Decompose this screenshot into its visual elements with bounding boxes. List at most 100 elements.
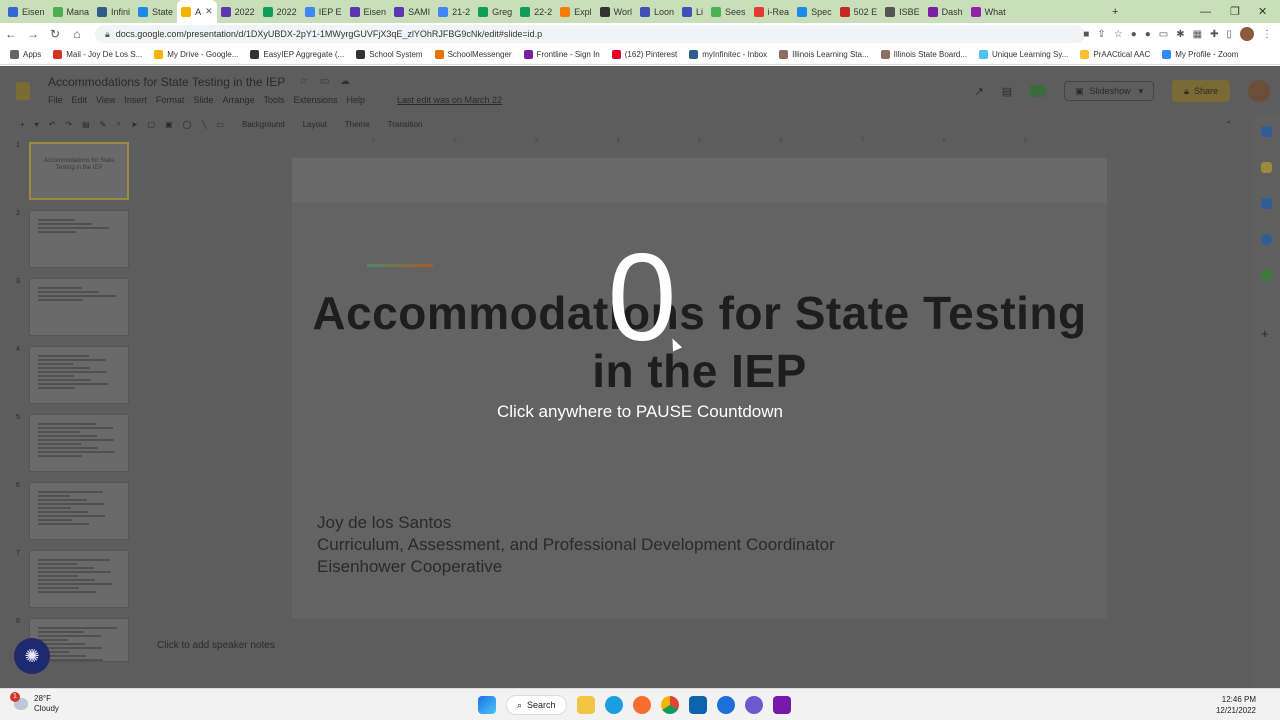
image-icon[interactable]: ▣ [165,120,173,129]
menu-item[interactable]: Insert [124,95,147,105]
menu-kebab-icon[interactable]: ⋮ [1262,29,1272,40]
puzzle-icon[interactable]: ✚ [1210,29,1218,40]
assistant-bubble-icon[interactable]: ✺ [14,638,50,674]
slide-thumbnail[interactable] [29,210,129,268]
browser-tab[interactable]: ISBE [881,0,924,23]
taskbar-search[interactable]: ⌕ Search [506,695,567,715]
bookmark-item[interactable]: My Drive - Google... [154,50,238,59]
slideshow-button[interactable]: ▣ Slideshow ▾ [1064,81,1155,101]
calendar-icon[interactable] [1261,126,1272,137]
url-input[interactable]: 🔒︎ docs.google.com/presentation/d/1DXyUB… [95,25,1085,43]
menu-item[interactable]: Edit [72,95,88,105]
bookmark-item[interactable]: PrAACtical AAC [1080,50,1150,59]
star-icon[interactable]: ☆ [299,76,308,87]
line-icon[interactable]: ╲ [202,120,207,129]
browser-tab[interactable]: Loon [636,0,678,23]
extension-icon[interactable]: ● [1145,29,1151,40]
browser-tab[interactable]: Sees [707,0,750,23]
menu-item[interactable]: Arrange [222,95,254,105]
menu-item[interactable]: Tools [263,95,284,105]
extension-icon[interactable]: ✱ [1176,29,1184,40]
undo-icon[interactable]: ↶ [49,120,56,129]
layout-button[interactable]: Layout [303,120,327,129]
browser-tab[interactable]: Eisen [4,0,49,23]
contacts-icon[interactable] [1261,234,1272,245]
browser-tab[interactable]: SAMI [390,0,434,23]
menu-item[interactable]: Slide [193,95,213,105]
bookmark-item[interactable]: myInfinitec - Inbox [689,50,767,59]
extension-icon[interactable]: ● [1131,29,1137,40]
home-icon[interactable]: ⌂ [66,27,88,41]
paint-format-icon[interactable]: ✎ [100,120,107,129]
zoom-icon[interactable]: ⌕ [116,119,120,129]
bookmark-item[interactable]: EasyIEP Aggregate (... [250,50,344,59]
chevron-down-icon[interactable]: ▾ [35,120,39,129]
reload-icon[interactable]: ↻ [44,27,66,41]
comments-icon[interactable]: ▤ [1002,85,1012,98]
slide-thumbnail[interactable] [29,346,129,404]
bookmark-item[interactable]: Unique Learning Sy... [979,50,1068,59]
back-icon[interactable]: ← [0,27,22,41]
extension-icon[interactable]: ▭ [1159,29,1168,40]
menu-item[interactable]: Help [347,95,366,105]
minimize-button[interactable]: — [1200,0,1211,23]
slide-thumbnail[interactable] [29,278,129,336]
bookmark-item[interactable]: Apps [10,50,41,59]
slides-logo-icon[interactable] [16,82,30,100]
print-icon[interactable]: ▤ [82,120,90,129]
browser-tab[interactable]: 22-2 [516,0,556,23]
slide-thumbnail[interactable] [29,482,129,540]
bookmark-star-icon[interactable]: ☆ [1114,29,1123,40]
slide-subtitle[interactable]: Joy de los Santos Curriculum, Assessment… [317,512,835,578]
redo-icon[interactable]: ↷ [65,120,72,129]
speaker-notes-field[interactable]: Click to add speaker notes [157,640,275,651]
document-title[interactable]: Accommodations for State Testing in the … [48,75,285,89]
select-icon[interactable]: ➤ [131,120,138,129]
extension-icon[interactable]: ▦ [1193,29,1202,40]
browser-tab[interactable]: Expl [556,0,596,23]
sidebar-icon[interactable]: ▯ [1226,29,1232,40]
activity-trend-icon[interactable]: ↗ [974,85,983,98]
close-tab-icon[interactable]: ✕ [205,6,213,17]
menu-item[interactable]: File [48,95,63,105]
new-slide-icon[interactable]: + [20,120,25,129]
browser-tab[interactable]: 21-2 [434,0,474,23]
browser-tab[interactable]: Infini [93,0,134,23]
browser-tab[interactable]: 502 E [836,0,882,23]
last-edit-link[interactable]: Last edit was on March 22 [397,95,502,105]
tasks-icon[interactable] [1261,198,1272,209]
slide-thumbnail[interactable] [29,550,129,608]
slide-title[interactable]: Accommodations for State Testing in the … [292,284,1107,400]
comment-icon[interactable]: ▭ [216,120,224,129]
chrome-icon[interactable] [660,696,679,714]
file-explorer-icon[interactable] [576,696,595,714]
theme-button[interactable]: Theme [345,120,370,129]
browser-tab[interactable]: Worl [596,0,636,23]
app-c-icon[interactable] [716,696,735,714]
browser-tab[interactable]: Eisen [346,0,391,23]
share-page-icon[interactable]: ⇪ [1097,29,1105,40]
bookmark-item[interactable]: Illinois State Board... [880,50,967,59]
bookmark-item[interactable]: SchoolMessenger [434,50,512,59]
browser-tab[interactable]: A ✕ [177,0,217,23]
forward-icon[interactable]: → [22,27,44,41]
browser-tab[interactable]: Greg [474,0,516,23]
bookmark-item[interactable]: School System [356,50,423,59]
restore-button[interactable]: ❐ [1230,0,1240,23]
menu-item[interactable]: View [96,95,115,105]
profile-avatar-icon[interactable] [1240,27,1254,41]
browser-tab[interactable]: i-Rea [750,0,794,23]
windows-start-icon[interactable] [478,696,496,714]
browser-tab[interactable]: Li [678,0,707,23]
move-folder-icon[interactable]: ▭ [320,76,329,87]
share-button[interactable]: 🔒︎ Share [1172,80,1230,102]
bookmark-item[interactable]: Mail - Joy De Los S... [53,50,142,59]
browser-tab[interactable]: Mana [49,0,94,23]
browser-tab[interactable]: 2022 [259,0,301,23]
close-window-button[interactable]: ✕ [1258,0,1267,23]
bookmark-item[interactable]: (162) Pinterest [611,50,677,59]
onenote-icon[interactable] [772,696,791,714]
menu-item[interactable]: Format [156,95,185,105]
keep-icon[interactable] [1261,162,1272,173]
weather-widget[interactable]: 1 28°F Cloudy [10,692,59,714]
